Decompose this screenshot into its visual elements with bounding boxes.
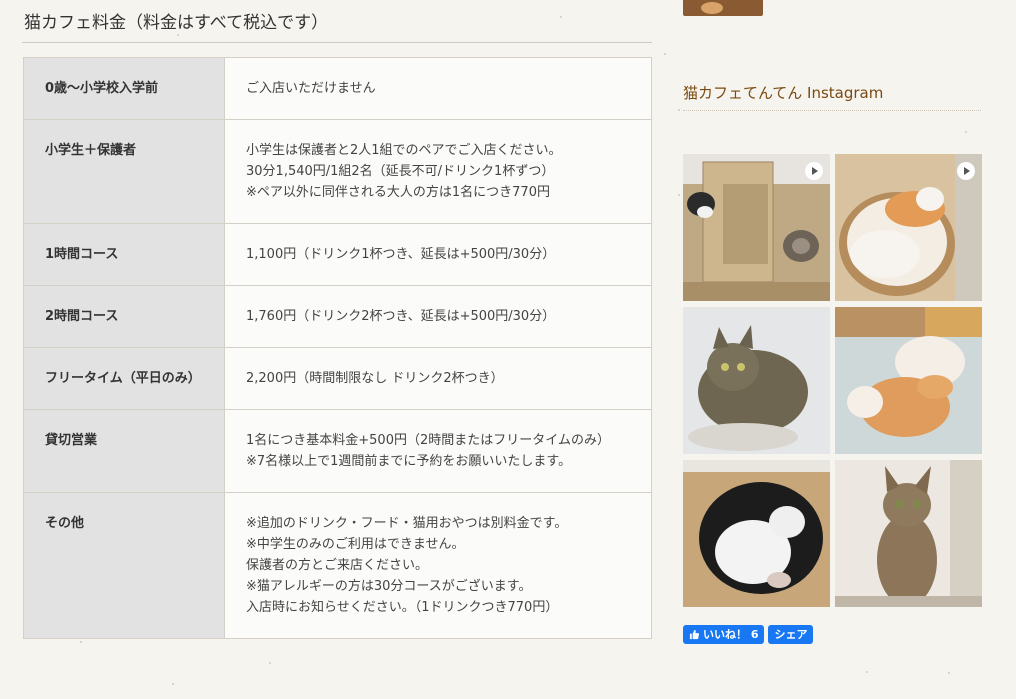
row-value: 1名につき基本料金+500円（2時間またはフリータイムのみ） ※7名様以上で1週… [224, 409, 652, 493]
instagram-title: 猫カフェてんてん Instagram [683, 82, 981, 111]
share-label: シェア [774, 628, 808, 641]
row-label: 2時間コース [23, 285, 225, 348]
row-value-line: ※7名様以上で1週間前までに予約をお願いいたします。 [246, 454, 572, 469]
row-value: ※追加のドリンク・フード・猫用おやつは別料金です。 ※中学生のみのご利用はできま… [224, 492, 652, 639]
row-value-line: ※ペア以外に同伴される大人の方は1名につき770円 [246, 185, 550, 200]
instagram-photo-cats-in-box[interactable] [683, 154, 830, 301]
main-content: 猫カフェ料金（料金はすべて税込です） 0歳〜小学校入学前 ご入店いただけません … [22, 0, 652, 639]
instagram-photo-tabby-cat[interactable] [683, 307, 830, 454]
page-title: 猫カフェ料金（料金はすべて税込です） [22, 0, 652, 43]
instagram-photo-orange-cats-bed[interactable] [835, 307, 982, 454]
background-speck [664, 53, 666, 55]
background-speck [948, 672, 950, 674]
row-value: 1,100円（ドリンク1杯つき、延長は+500円/30分） [224, 223, 652, 286]
row-value: ご入店いただけません [224, 57, 652, 120]
table-row: 貸切営業 1名につき基本料金+500円（2時間またはフリータイムのみ） ※7名様… [23, 409, 652, 493]
row-value-line: ※中学生のみのご利用はできません。 [246, 537, 465, 552]
background-speck [678, 194, 680, 196]
row-value-line: 1名につき基本料金+500円（2時間またはフリータイムのみ） [246, 433, 610, 448]
like-count-label: いいね！ 6 [703, 628, 759, 641]
row-value-line: 入店時にお知らせください。（1ドリンクつき770円） [246, 600, 559, 615]
instagram-photo-orange-cats-basket[interactable] [835, 154, 982, 301]
row-value: 小学生は保護者と2人1組でのペアでご入店ください。 30分1,540円/1組2名… [224, 119, 652, 224]
row-label: その他 [23, 492, 225, 639]
table-row: 2時間コース 1,760円（ドリンク2杯つき、延長は+500円/30分） [23, 285, 652, 348]
row-value-line: ※追加のドリンク・フード・猫用おやつは別料金です。 [246, 516, 568, 531]
photo-black-white-cat [683, 460, 830, 607]
row-value-line: 保護者の方とご来店ください。 [246, 558, 429, 573]
facebook-share-button[interactable]: シェア [768, 625, 814, 644]
row-value-line: ご入店いただけません [246, 81, 376, 96]
background-speck [866, 671, 868, 673]
photo-orange-cats-bed [835, 307, 982, 454]
photo-abyssinian-cat [835, 460, 982, 607]
row-value-line: 1,760円（ドリンク2杯つき、延長は+500円/30分） [246, 309, 556, 324]
row-value-line: 1,100円（ドリンク1杯つき、延長は+500円/30分） [246, 247, 556, 262]
table-row: その他 ※追加のドリンク・フード・猫用おやつは別料金です。 ※中学生のみのご利用… [23, 492, 652, 639]
photo-tabby-cat [683, 307, 830, 454]
row-value-line: 小学生は保護者と2人1組でのペアでご入店ください。 [246, 143, 562, 158]
price-table: 0歳〜小学校入学前 ご入店いただけません 小学生＋保護者 小学生は保護者と2人1… [23, 57, 652, 639]
row-label: 小学生＋保護者 [23, 119, 225, 224]
background-speck [269, 662, 271, 664]
background-speck [678, 109, 680, 111]
row-label: フリータイム（平日のみ） [23, 347, 225, 410]
row-label: 1時間コース [23, 223, 225, 286]
table-row: 1時間コース 1,100円（ドリンク1杯つき、延長は+500円/30分） [23, 223, 652, 286]
row-label: 0歳〜小学校入学前 [23, 57, 225, 120]
table-row: 0歳〜小学校入学前 ご入店いただけません [23, 57, 652, 120]
social-buttons: いいね！ 6 シェア [683, 625, 814, 644]
background-speck [172, 683, 174, 685]
row-value: 1,760円（ドリンク2杯つき、延長は+500円/30分） [224, 285, 652, 348]
instagram-photo-black-white-cat[interactable] [683, 460, 830, 607]
instagram-photo-abyssinian-cat[interactable] [835, 460, 982, 607]
video-play-icon [957, 162, 975, 180]
row-value-line: 30分1,540円/1組2名（延長不可/ドリンク1杯ずつ） [246, 164, 555, 179]
table-row: フリータイム（平日のみ） 2,200円（時間制限なし ドリンク2杯つき） [23, 347, 652, 410]
background-speck [965, 131, 967, 133]
row-value: 2,200円（時間制限なし ドリンク2杯つき） [224, 347, 652, 410]
row-value-line: 2,200円（時間制限なし ドリンク2杯つき） [246, 371, 504, 386]
facebook-like-button[interactable]: いいね！ 6 [683, 625, 765, 644]
thumbs-up-icon [689, 629, 700, 640]
sidebar-banner-image[interactable] [683, 0, 763, 16]
row-value-line: ※猫アレルギーの方は30分コースがございます。 [246, 579, 532, 594]
table-row: 小学生＋保護者 小学生は保護者と2人1組でのペアでご入店ください。 30分1,5… [23, 119, 652, 224]
background-speck [80, 641, 82, 643]
video-play-icon [805, 162, 823, 180]
row-label: 貸切営業 [23, 409, 225, 493]
